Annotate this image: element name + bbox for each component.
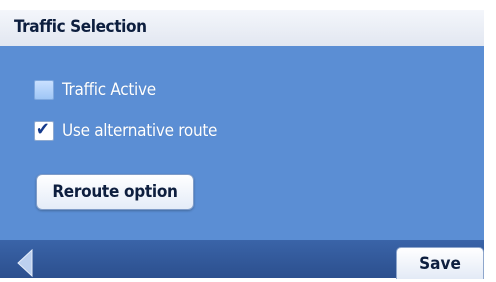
reroute-option-button[interactable]: Reroute option bbox=[36, 174, 194, 210]
traffic-active-label: Traffic Active bbox=[62, 80, 156, 100]
page-title: Traffic Selection bbox=[14, 17, 147, 37]
save-button[interactable]: Save bbox=[396, 247, 484, 279]
right-edge bbox=[484, 0, 496, 278]
alternative-route-checkbox[interactable]: ✔ bbox=[34, 119, 54, 141]
chevron-left-icon bbox=[17, 248, 33, 278]
reroute-option-label: Reroute option bbox=[52, 182, 178, 202]
save-label: Save bbox=[419, 253, 461, 274]
checkmark-icon: ✔ bbox=[36, 119, 50, 140]
content-panel bbox=[0, 46, 484, 240]
title-bar: Traffic Selection bbox=[0, 10, 484, 47]
traffic-active-checkbox[interactable] bbox=[34, 80, 54, 100]
traffic-active-option[interactable]: Traffic Active bbox=[34, 80, 156, 100]
back-button[interactable] bbox=[10, 246, 42, 278]
screen: Traffic Selection Traffic Active ✔ Use a… bbox=[0, 0, 496, 279]
alternative-route-label: Use alternative route bbox=[62, 121, 218, 141]
alternative-route-option[interactable]: ✔ Use alternative route bbox=[34, 119, 218, 141]
